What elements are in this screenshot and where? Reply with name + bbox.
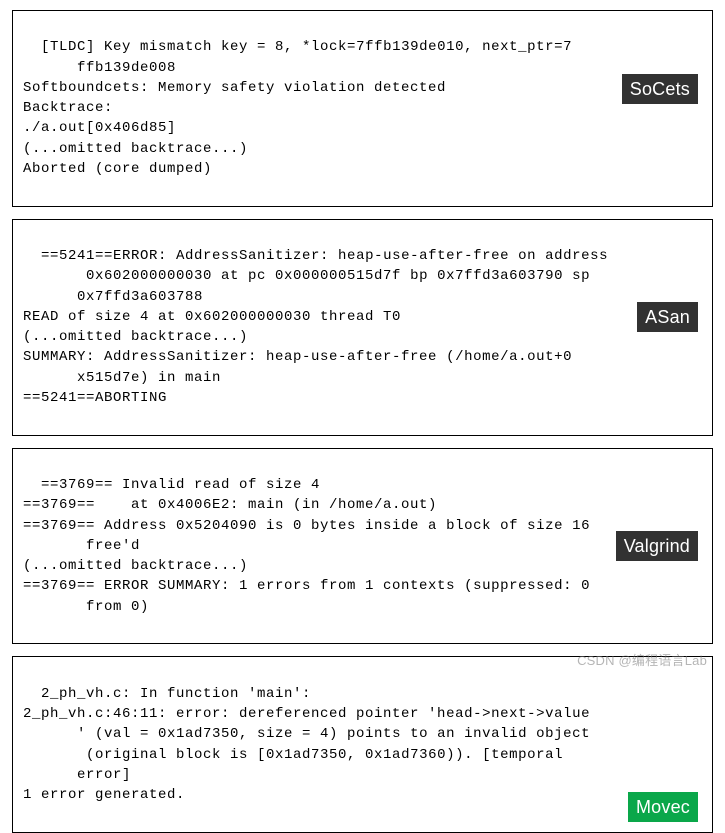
tool-label-movec: Movec [628,792,698,822]
output-panel-asan: ==5241==ERROR: AddressSanitizer: heap-us… [12,219,713,436]
output-text: 2_ph_vh.c: In function 'main': 2_ph_vh.c… [23,686,590,803]
tool-label-socets: SoCets [622,74,698,104]
output-text: ==5241==ERROR: AddressSanitizer: heap-us… [23,248,608,406]
output-panel-socets: [TLDC] Key mismatch key = 8, *lock=7ffb1… [12,10,713,207]
tool-label-valgrind: Valgrind [616,531,698,561]
output-text: [TLDC] Key mismatch key = 8, *lock=7ffb1… [23,39,572,177]
output-panel-movec: 2_ph_vh.c: In function 'main': 2_ph_vh.c… [12,656,713,832]
output-panel-valgrind: ==3769== Invalid read of size 4 ==3769==… [12,448,713,645]
watermark: CSDN @编程语言Lab [577,652,707,671]
tool-label-asan: ASan [637,302,698,332]
output-text: ==3769== Invalid read of size 4 ==3769==… [23,477,590,615]
